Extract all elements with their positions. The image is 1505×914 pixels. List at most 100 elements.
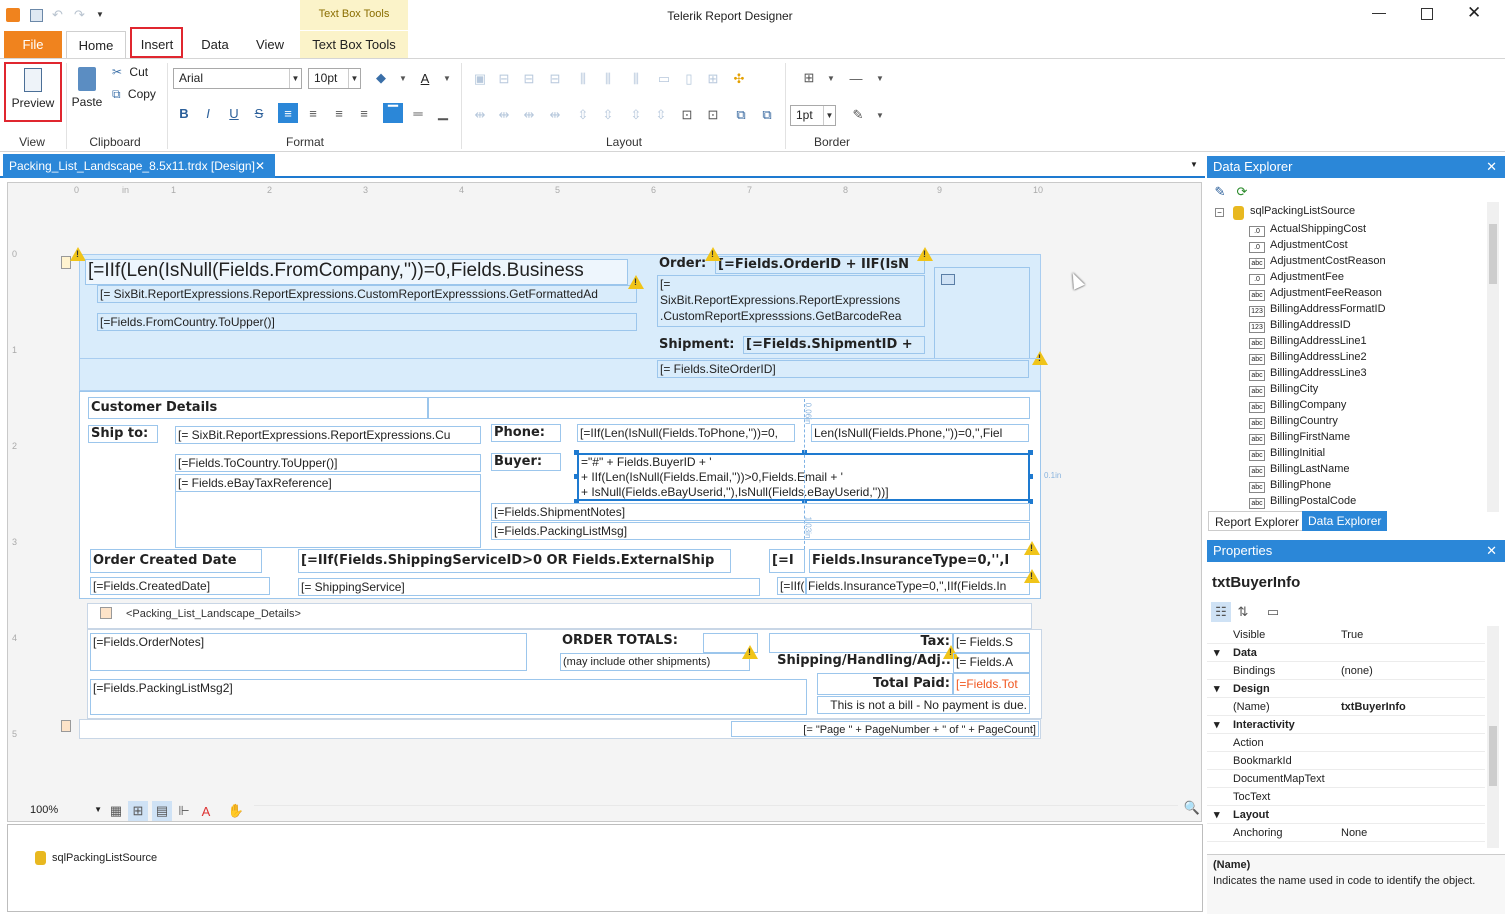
from-company-textbox[interactable]: [=IIf(Len(IsNull(Fields.FromCompany,''))… bbox=[85, 259, 628, 285]
layout-icon[interactable]: ⊟ bbox=[519, 69, 539, 89]
data-field-item[interactable]: abc BillingPostalCode bbox=[1249, 493, 1356, 509]
align-bottom-icon[interactable]: ▁ bbox=[433, 103, 453, 123]
property-row[interactable]: TocText bbox=[1207, 788, 1485, 806]
refresh-icon[interactable]: ⟳ bbox=[1232, 182, 1252, 202]
save-icon[interactable] bbox=[30, 9, 43, 22]
fill-color-icon[interactable]: ◆ bbox=[371, 68, 391, 88]
vertical-scrollbar[interactable] bbox=[1188, 197, 1201, 797]
property-category[interactable]: ▾ Interactivity bbox=[1207, 716, 1485, 734]
border-icon[interactable]: ⊞ bbox=[799, 68, 819, 88]
layout-icon[interactable]: ⇳ bbox=[651, 105, 671, 125]
layout-icon[interactable]: ⇹ bbox=[519, 105, 539, 125]
order-notes-textbox[interactable]: [=Fields.OrderNotes] bbox=[90, 633, 527, 671]
layout-icon[interactable]: ⊡ bbox=[703, 105, 723, 125]
undo-icon[interactable]: ↶ bbox=[52, 7, 63, 23]
property-row[interactable]: BookmarkId bbox=[1207, 752, 1485, 770]
pan-hand-icon[interactable]: ✋ bbox=[226, 801, 246, 821]
insurance-label-b[interactable]: Fields.InsuranceType=0,'',I bbox=[809, 549, 1030, 573]
shipment-expr-textbox[interactable]: [=Fields.ShipmentID + bbox=[743, 336, 925, 354]
tab-list-dropdown-icon[interactable]: ▼ bbox=[1190, 160, 1198, 169]
bold-icon[interactable]: B bbox=[174, 103, 194, 123]
designer-surface[interactable]: 0 in 1 2 3 4 5 6 7 8 9 10 0 1 2 3 4 5 [=… bbox=[7, 182, 1202, 822]
copy-button[interactable]: ⧉ Copy bbox=[112, 87, 156, 103]
tab-report-explorer[interactable]: Report Explorer bbox=[1208, 511, 1307, 531]
ruler-toggle-icon[interactable]: A bbox=[196, 801, 216, 821]
created-date-textbox[interactable]: [=Fields.CreatedDate] bbox=[90, 577, 270, 595]
layout-icon[interactable]: ▭ bbox=[654, 69, 674, 89]
barcode-textbox[interactable]: [= SixBit.ReportExpressions.ReportExpres… bbox=[657, 275, 925, 327]
redo-icon[interactable]: ↷ bbox=[74, 7, 85, 23]
layout-icon[interactable]: ⫼ bbox=[626, 69, 646, 89]
layout-icon[interactable]: ⇳ bbox=[573, 105, 593, 125]
border-width-select[interactable]: 1pt ▼ bbox=[790, 105, 836, 126]
vertical-scrollbar[interactable] bbox=[1487, 626, 1499, 848]
dimensions-icon[interactable]: ⊩ bbox=[174, 801, 194, 821]
border-style-dropdown-icon[interactable]: ▼ bbox=[870, 68, 890, 88]
data-field-item[interactable]: abc BillingCompany bbox=[1249, 397, 1346, 413]
total-paid-textbox[interactable]: [=Fields.Tot bbox=[953, 673, 1030, 695]
property-category[interactable]: ▾ Layout bbox=[1207, 806, 1485, 824]
minimize-button[interactable]: — bbox=[1372, 4, 1386, 20]
layout-icon[interactable]: ⇳ bbox=[626, 105, 646, 125]
phone-expr-textbox-a[interactable]: [=IIf(Len(IsNull(Fields.ToPhone,''))=0, bbox=[577, 424, 795, 442]
layout-icon[interactable]: ⫼ bbox=[598, 69, 618, 89]
vertical-scrollbar[interactable] bbox=[1487, 202, 1499, 512]
property-category[interactable]: ▾ Design bbox=[1207, 680, 1485, 698]
resize-handle[interactable] bbox=[574, 450, 579, 455]
cut-button[interactable]: ✂ Cut bbox=[112, 65, 148, 81]
property-row[interactable]: (Name) txtBuyerInfo bbox=[1207, 698, 1485, 716]
insurance-expr-textbox-a[interactable]: [=IIf( bbox=[777, 577, 807, 595]
layout-icon[interactable]: ⇹ bbox=[545, 105, 565, 125]
data-field-item[interactable]: abc BillingAddressLine2 bbox=[1249, 349, 1367, 365]
scroll-thumb[interactable] bbox=[1489, 726, 1497, 786]
data-field-item[interactable]: abc BillingCountry bbox=[1249, 413, 1338, 429]
insurance-label-a[interactable]: [=I bbox=[769, 549, 805, 573]
layout-icon[interactable]: ✣ bbox=[729, 69, 749, 89]
data-field-item[interactable]: abc BillingPhone bbox=[1249, 477, 1331, 493]
layout-icon[interactable]: ⊟ bbox=[545, 69, 565, 89]
to-country-textbox[interactable]: [=Fields.ToCountry.ToUpper()] bbox=[175, 454, 481, 472]
maximize-button[interactable] bbox=[1421, 8, 1433, 20]
snap-grid-icon[interactable]: ⊞ bbox=[128, 801, 148, 821]
font-size-select[interactable]: 10pt ▼ bbox=[308, 68, 361, 89]
tax-expr-textbox[interactable]: [= Fields.S bbox=[953, 633, 1030, 653]
property-row[interactable]: DocumentMapText bbox=[1207, 770, 1485, 788]
layout-icon[interactable]: ▣ bbox=[470, 69, 490, 89]
align-top-icon[interactable]: ▔ bbox=[383, 103, 403, 123]
font-color-icon[interactable]: A bbox=[415, 68, 435, 88]
border-style-icon[interactable]: — bbox=[846, 68, 866, 88]
datasource-item[interactable]: sqlPackingListSource bbox=[52, 852, 157, 864]
resize-handle[interactable] bbox=[1028, 450, 1033, 455]
property-pages-icon[interactable]: ▭ bbox=[1263, 602, 1283, 622]
packing-msg-textbox[interactable]: [=Fields.PackingListMsg] bbox=[491, 522, 1030, 540]
layout-icon[interactable]: ⇳ bbox=[598, 105, 618, 125]
data-field-item[interactable]: 123 BillingAddressFormatID bbox=[1249, 301, 1386, 317]
shipping-handling-textbox[interactable]: [= Fields.A bbox=[953, 653, 1030, 673]
layout-icon[interactable]: ⫼ bbox=[573, 69, 593, 89]
justify-icon[interactable]: ≡ bbox=[354, 103, 374, 123]
tab-data-explorer[interactable]: Data Explorer bbox=[1302, 511, 1388, 531]
underline-icon[interactable]: U bbox=[224, 103, 244, 123]
zoom-icon[interactable]: 🔍 bbox=[1182, 798, 1201, 818]
chevron-down-icon[interactable]: ▼ bbox=[823, 106, 835, 125]
property-category[interactable]: ▾ Data bbox=[1207, 644, 1485, 662]
layout-icon[interactable]: ⊡ bbox=[677, 105, 697, 125]
property-value[interactable]: (none) bbox=[1341, 662, 1373, 680]
grid-icon[interactable]: ▦ bbox=[106, 801, 126, 821]
resize-handle[interactable] bbox=[574, 474, 579, 479]
zoom-select[interactable]: 100% ▼ bbox=[30, 801, 102, 819]
data-field-item[interactable]: abc BillingAddressLine1 bbox=[1249, 333, 1367, 349]
document-tab[interactable]: Packing_List_Landscape_8.5x11.trdx [Desi… bbox=[3, 154, 275, 178]
property-row[interactable]: Bindings (none) bbox=[1207, 662, 1485, 680]
close-icon[interactable]: ✕ bbox=[1486, 540, 1497, 562]
tab-textbox-tools[interactable]: Text Box Tools bbox=[300, 31, 408, 58]
order-expr-textbox[interactable]: [=Fields.OrderID + IIF(IsN bbox=[715, 256, 925, 274]
property-value[interactable]: None bbox=[1341, 824, 1367, 842]
property-row[interactable]: Anchoring None bbox=[1207, 824, 1485, 842]
close-button[interactable]: ✕ bbox=[1467, 3, 1481, 23]
tab-home[interactable]: Home bbox=[66, 31, 126, 58]
chevron-down-icon[interactable]: ▾ bbox=[1214, 716, 1220, 734]
data-field-item[interactable]: abc BillingCity bbox=[1249, 381, 1318, 397]
chevron-down-icon[interactable]: ▾ bbox=[1214, 644, 1220, 662]
shipping-service-expr-textbox[interactable]: [=IIf(Fields.ShippingServiceID>0 OR Fiel… bbox=[298, 549, 731, 573]
